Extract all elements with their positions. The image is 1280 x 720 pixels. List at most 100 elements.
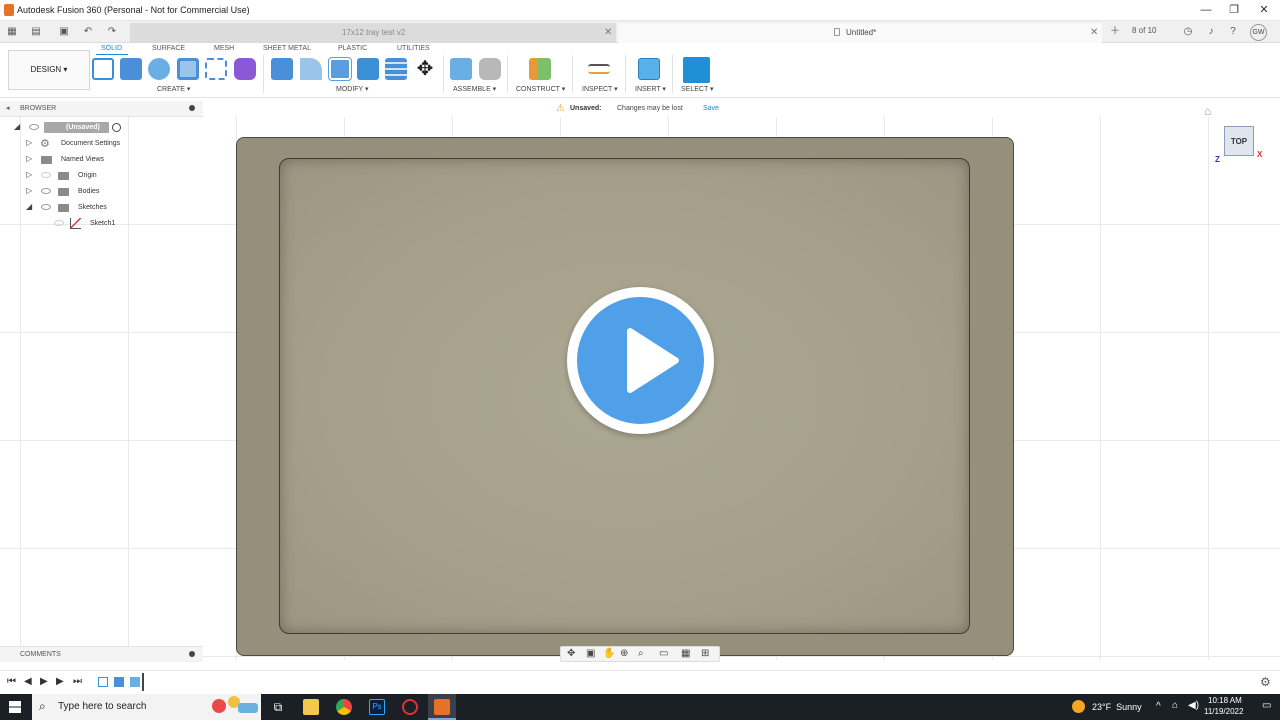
bell-icon[interactable]: ♪ [1203, 24, 1219, 40]
new-component-icon[interactable] [450, 58, 472, 80]
expand-arrow-icon[interactable]: ▷ [26, 170, 32, 179]
viewcube[interactable]: TOP [1224, 126, 1254, 156]
expand-arrow-icon[interactable]: ▷ [26, 138, 32, 147]
save-icon[interactable]: ▣ [56, 24, 72, 40]
pattern-icon[interactable] [205, 58, 227, 80]
comments-pin-icon[interactable] [189, 651, 195, 657]
clock-date[interactable]: 11/19/2022 [1204, 707, 1243, 716]
tab-sheet-metal[interactable]: SHEET METAL [263, 45, 311, 52]
shell-icon[interactable] [328, 57, 352, 81]
display-settings-icon[interactable]: ▭ [659, 648, 668, 659]
job-status[interactable]: 8 of 10 [1132, 26, 1156, 35]
pan-icon[interactable]: ✋ [603, 648, 615, 659]
minimize-button[interactable]: — [1192, 2, 1220, 19]
press-pull-icon[interactable] [271, 58, 293, 80]
tab-utilities[interactable]: UTILITIES [397, 45, 430, 52]
browser-item-named-views[interactable]: ▷ Named Views [0, 152, 203, 168]
measure-icon[interactable] [588, 64, 610, 74]
inspect-menu[interactable]: INSPECT ▾ [582, 85, 618, 93]
chrome-icon[interactable] [336, 699, 352, 715]
redo-icon[interactable]: ↷ [104, 24, 120, 40]
user-avatar[interactable]: GW [1250, 24, 1267, 41]
tab-solid[interactable]: SOLID [101, 45, 122, 52]
go-to-end-icon[interactable]: ⏭ [73, 676, 82, 687]
visibility-icon[interactable] [54, 220, 64, 226]
search-highlight-icon[interactable] [212, 699, 226, 713]
browser-item-sketch1[interactable]: Sketch1 [0, 216, 203, 232]
step-back-icon[interactable]: ◀ [24, 676, 32, 687]
combine-icon[interactable] [357, 58, 379, 80]
visibility-icon[interactable] [29, 124, 39, 130]
select-icon[interactable] [683, 57, 710, 83]
activate-radio-icon[interactable] [112, 123, 121, 132]
hole-icon[interactable] [177, 58, 199, 80]
close-button[interactable]: ✕ [1250, 2, 1278, 19]
zoom-icon[interactable]: ⊕ [620, 648, 628, 659]
network-icon[interactable]: ⌂ [1172, 700, 1178, 711]
expand-arrow-icon[interactable]: ▷ [26, 154, 32, 163]
browser-root[interactable]: ◢ (Unsaved) [0, 120, 203, 136]
form-icon[interactable] [234, 58, 256, 80]
offset-face-icon[interactable] [385, 58, 407, 80]
undo-icon[interactable]: ↶ [80, 24, 96, 40]
clock-icon[interactable]: ◷ [1180, 24, 1196, 40]
viewports-icon[interactable]: ⊞ [701, 648, 709, 659]
browser-item-bodies[interactable]: ▷ Bodies [0, 184, 203, 200]
create-sketch-icon[interactable] [92, 58, 114, 80]
fusion-taskbar-button[interactable] [428, 694, 456, 720]
timeline-marker[interactable] [142, 673, 144, 691]
go-to-start-icon[interactable]: ⏮ [7, 676, 16, 687]
photoshop-icon[interactable]: Ps [369, 699, 385, 715]
app-grid-icon[interactable]: ▦ [4, 24, 20, 40]
comments-panel[interactable]: COMMENTS [0, 646, 203, 662]
play-button[interactable] [567, 287, 714, 434]
collapse-arrow-icon[interactable]: ◢ [14, 122, 20, 131]
help-icon[interactable]: ? [1225, 24, 1241, 40]
construct-menu[interactable]: CONSTRUCT ▾ [516, 85, 565, 93]
move-icon[interactable]: ✥ [414, 58, 436, 80]
insert-menu[interactable]: INSERT ▾ [635, 85, 666, 93]
visibility-icon[interactable] [41, 172, 51, 178]
tab-mesh[interactable]: MESH [214, 45, 234, 52]
browser-item-sketches[interactable]: ◢ Sketches [0, 200, 203, 216]
browser-item-origin[interactable]: ▷ Origin [0, 168, 203, 184]
clock-time[interactable]: 10:18 AM [1208, 696, 1242, 705]
expand-arrow-icon[interactable]: ▷ [26, 186, 32, 195]
modify-menu[interactable]: MODIFY ▾ [336, 85, 369, 93]
pin-icon[interactable] [189, 105, 195, 111]
browser-item-document-settings[interactable]: ▷ ⚙ Document Settings [0, 136, 203, 152]
grid-settings-icon[interactable]: ▦ [681, 648, 690, 659]
extrude-feature-icon[interactable] [114, 677, 124, 687]
file-menu-icon[interactable]: ▤ [28, 24, 44, 40]
orbit-icon[interactable]: ✥ [567, 648, 575, 659]
extrude-icon[interactable] [120, 58, 142, 80]
close-tab-icon[interactable]: ✕ [604, 27, 612, 38]
revolve-icon[interactable] [148, 58, 170, 80]
step-forward-icon[interactable]: ▶ [56, 676, 64, 687]
show-hidden-icons[interactable]: ^ [1156, 701, 1161, 712]
insert-image-icon[interactable] [638, 58, 660, 80]
timeline-settings-icon[interactable]: ⚙ [1260, 675, 1271, 689]
tab-17x12-tray-test[interactable]: 17x12 tray test v2 ✕ [130, 23, 616, 43]
fit-icon[interactable]: ⌕ [638, 648, 644, 659]
recorder-icon[interactable] [402, 699, 418, 715]
close-tab-icon[interactable]: ✕ [1090, 27, 1098, 38]
collapse-icon[interactable]: ◂ [6, 104, 10, 112]
sketch-feature-icon[interactable] [98, 677, 108, 687]
create-menu[interactable]: CREATE ▾ [157, 85, 190, 93]
taskbar-search[interactable]: ⌕ Type here to search [32, 694, 261, 720]
collapse-arrow-icon[interactable]: ◢ [26, 202, 32, 211]
select-menu[interactable]: SELECT ▾ [681, 85, 714, 93]
visibility-icon[interactable] [41, 188, 51, 194]
tab-surface[interactable]: SURFACE [152, 45, 185, 52]
tab-untitled[interactable]: Untitled* ✕ [618, 23, 1102, 43]
home-view-icon[interactable]: ⌂ [1204, 104, 1211, 118]
notifications-icon[interactable]: ▭ [1262, 700, 1271, 711]
fillet-icon[interactable] [300, 58, 322, 80]
browser-header[interactable]: ◂ BROWSER [0, 101, 203, 117]
weather-sun-icon[interactable] [1072, 700, 1085, 713]
joint-icon[interactable] [479, 58, 501, 80]
file-explorer-icon[interactable] [303, 699, 319, 715]
start-button-icon[interactable] [9, 701, 21, 713]
offset-plane-icon[interactable] [529, 58, 551, 80]
